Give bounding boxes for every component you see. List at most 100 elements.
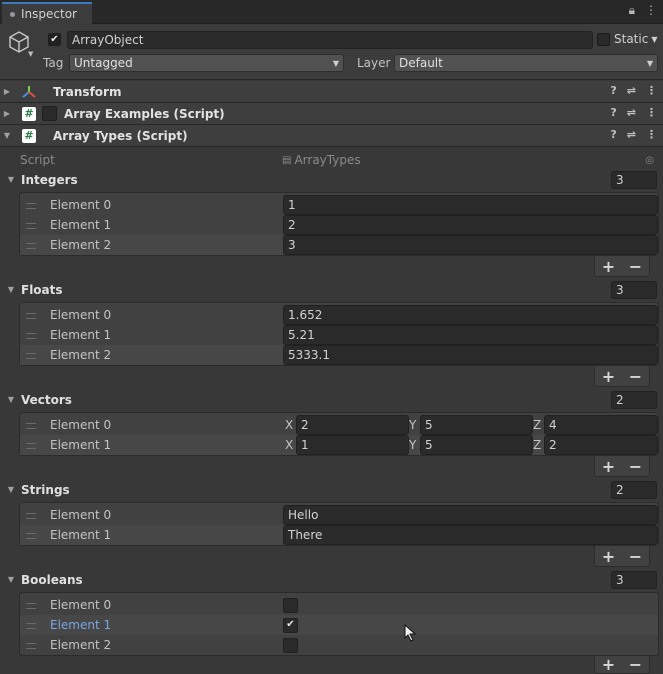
component-array-examples[interactable]: ▶ # Array Examples (Script) ? ⇌ ⋮ (0, 103, 663, 125)
foldout-down-icon[interactable]: ▼ (4, 575, 18, 584)
booleans-label[interactable]: Booleans (21, 573, 83, 587)
integers-size-field[interactable]: 3 (611, 171, 657, 189)
component-array-types[interactable]: ▼ # Array Types (Script) ? ⇌ ⋮ (0, 125, 663, 147)
remove-element-button[interactable]: − (629, 257, 642, 276)
strings-size-field[interactable]: 2 (611, 481, 657, 499)
script-icon: # (22, 106, 36, 121)
vector-y-field[interactable]: 5 (420, 435, 533, 455)
drag-handle-icon[interactable] (26, 603, 36, 609)
foldout-down-icon[interactable]: ▼ (4, 175, 18, 184)
string-value-field[interactable]: Hello (283, 505, 658, 525)
component-menu-icon[interactable]: ⋮ (646, 84, 657, 97)
float-value-field[interactable]: 5333.1 (283, 345, 658, 365)
add-element-button[interactable]: + (602, 367, 615, 386)
booleans-size-field[interactable]: 3 (611, 571, 657, 589)
add-element-button[interactable]: + (602, 547, 615, 566)
add-element-button[interactable]: + (602, 257, 615, 276)
component-array-examples-label: Array Examples (Script) (64, 106, 225, 121)
remove-element-button[interactable]: − (629, 655, 642, 674)
drag-handle-icon[interactable] (26, 423, 36, 429)
drag-handle-icon[interactable] (26, 533, 36, 539)
component-menu-icon[interactable]: ⋮ (646, 128, 657, 141)
foldout-right-icon[interactable]: ▶ (0, 109, 14, 118)
object-name-field[interactable]: ArrayObject (67, 31, 593, 49)
element-label: Element 0 (50, 198, 112, 212)
drag-handle-icon[interactable] (26, 513, 36, 519)
add-element-button[interactable]: + (602, 655, 615, 674)
component-enabled-checkbox[interactable] (42, 106, 57, 121)
foldout-right-icon[interactable]: ▶ (0, 87, 14, 96)
drag-handle-icon[interactable] (26, 203, 36, 209)
string-value-field[interactable]: There (283, 525, 658, 545)
element-label: Element 0 (50, 598, 112, 612)
vectors-label[interactable]: Vectors (21, 393, 72, 407)
drag-handle-icon[interactable] (26, 353, 36, 359)
floats-label[interactable]: Floats (21, 283, 63, 297)
list-item: Element 0 1 (20, 195, 658, 215)
component-menu-icon[interactable]: ⋮ (646, 106, 657, 119)
remove-element-button[interactable]: − (629, 367, 642, 386)
add-element-button[interactable]: + (602, 457, 615, 476)
static-checkbox[interactable] (597, 33, 610, 46)
vector-x-field[interactable]: 1 (296, 435, 409, 455)
booleans-list: Element 0 Element 1 ✔ Element 2 (19, 592, 659, 656)
script-value: ArrayTypes (294, 153, 361, 167)
list-item: Element 2 5333.1 (20, 345, 658, 365)
tab-inspector[interactable]: Inspector (2, 2, 92, 24)
vector-z-field[interactable]: 2 (544, 435, 658, 455)
foldout-down-icon[interactable]: ▼ (4, 285, 18, 294)
integers-list: Element 0 1 Element 1 2 Element 2 3 (19, 192, 659, 256)
float-value-field[interactable]: 1.652 (283, 305, 658, 325)
strings-add-remove: + − (594, 546, 650, 567)
bool-checkbox[interactable] (283, 597, 298, 613)
chevron-down-icon: ▼ (332, 58, 339, 68)
active-checkbox[interactable]: ✔ (48, 33, 61, 46)
lock-icon[interactable]: 🔒︎ (629, 3, 635, 18)
script-icon: # (22, 128, 36, 143)
strings-label[interactable]: Strings (21, 483, 70, 497)
preset-icon[interactable]: ⇌ (627, 128, 636, 141)
drag-handle-icon[interactable] (26, 243, 36, 249)
object-picker-icon: ◎ (645, 154, 654, 166)
component-transform[interactable]: ▶ Transform ? ⇌ ⋮ (0, 81, 663, 103)
vector-y-field[interactable]: 5 (420, 415, 533, 435)
integers-label[interactable]: Integers (21, 173, 78, 187)
float-value-field[interactable]: 5.21 (283, 325, 658, 345)
drag-handle-icon[interactable] (26, 643, 36, 649)
z-axis-label: Z (533, 438, 542, 452)
int-value-field[interactable]: 2 (283, 215, 658, 235)
layer-dropdown[interactable]: Default ▼ (394, 54, 658, 72)
tag-dropdown[interactable]: Untagged ▼ (69, 54, 344, 72)
remove-element-button[interactable]: − (629, 457, 642, 476)
chevron-down-icon: ▼ (646, 58, 653, 68)
vector-x-field[interactable]: 2 (296, 415, 409, 435)
drag-handle-icon[interactable] (26, 223, 36, 229)
vectors-size-field[interactable]: 2 (611, 391, 657, 409)
foldout-down-icon[interactable]: ▼ (0, 131, 14, 140)
int-value-field[interactable]: 1 (283, 195, 658, 215)
bool-checkbox[interactable]: ✔ (283, 617, 298, 633)
floats-list: Element 0 1.652 Element 1 5.21 Element 2… (19, 302, 659, 366)
foldout-down-icon[interactable]: ▼ (4, 485, 18, 494)
list-item: Element 1 X 1 Y 5 Z 2 (20, 435, 658, 455)
more-menu-icon[interactable]: ⋮ (645, 3, 657, 18)
int-value-field[interactable]: 3 (283, 235, 658, 255)
drag-handle-icon[interactable] (26, 443, 36, 449)
floats-size-field[interactable]: 3 (611, 281, 657, 299)
bool-checkbox[interactable] (283, 637, 298, 653)
vectors-add-remove: + − (594, 456, 650, 477)
drag-handle-icon[interactable] (26, 333, 36, 339)
help-icon[interactable]: ? (610, 84, 616, 97)
remove-element-button[interactable]: − (629, 547, 642, 566)
icon-dropdown-arrow-icon[interactable]: ▼ (28, 50, 33, 58)
vector-z-field[interactable]: 4 (544, 415, 658, 435)
foldout-down-icon[interactable]: ▼ (4, 395, 18, 404)
help-icon[interactable]: ? (610, 106, 616, 119)
preset-icon[interactable]: ⇌ (627, 106, 636, 119)
x-axis-label: X (285, 438, 294, 452)
static-dropdown[interactable]: Static ▼ (614, 32, 657, 46)
help-icon[interactable]: ? (610, 128, 616, 141)
drag-handle-icon[interactable] (26, 623, 36, 629)
drag-handle-icon[interactable] (26, 313, 36, 319)
preset-icon[interactable]: ⇌ (627, 84, 636, 97)
